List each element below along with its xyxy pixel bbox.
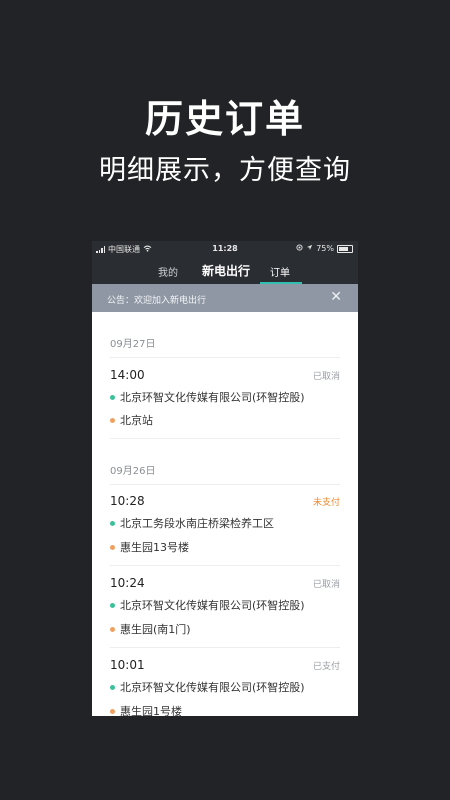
order-status: 已取消: [312, 372, 340, 382]
destination-location: 北京站: [110, 412, 153, 428]
origin-location: 北京环智文化传媒有限公司(环智控股): [110, 389, 305, 405]
phone-screen: 中国联通 11:28 75% 我的 新电出行 订单 公告：欢迎加入新电出行 ✕ …: [92, 241, 358, 716]
destination-dot-icon: [110, 544, 115, 550]
notice-text: 公告：欢迎加入新电出行: [107, 296, 207, 306]
origin-text: 北京环智文化传媒有限公司(环智控股): [120, 599, 305, 612]
divider: [110, 565, 340, 566]
date-header: 09月26日: [110, 466, 156, 477]
origin-dot-icon: [110, 684, 115, 690]
destination-text: 惠生园(南1门): [120, 623, 191, 636]
destination-text: 惠生园13号楼: [120, 541, 189, 554]
order-time: 10:24: [110, 576, 145, 590]
status-bar: 中国联通 11:28 75%: [92, 241, 358, 258]
destination-dot-icon: [110, 626, 115, 632]
battery-percent: 75%: [316, 244, 334, 253]
destination-text: 北京站: [120, 414, 153, 427]
location-arrow-icon: [306, 244, 313, 253]
order-status: 已支付: [312, 662, 340, 672]
destination-dot-icon: [110, 708, 115, 714]
promo-subline: 明细展示，方便查询: [99, 155, 351, 186]
destination-location: 惠生园1号楼: [110, 703, 182, 716]
lock-rotation-icon: [296, 244, 303, 253]
order-time: 14:00: [110, 368, 145, 382]
app-title: 新电出行: [202, 264, 251, 278]
destination-text: 惠生园1号楼: [120, 705, 182, 716]
notice-bar: 公告：欢迎加入新电出行 ✕: [92, 284, 358, 312]
origin-text: 北京环智文化传媒有限公司(环智控股): [120, 681, 305, 694]
origin-location: 北京工务段水南庄桥梁检养工区: [110, 515, 274, 531]
origin-location: 北京环智文化传媒有限公司(环智控股): [110, 597, 305, 613]
origin-dot-icon: [110, 394, 115, 400]
origin-dot-icon: [110, 520, 115, 526]
origin-dot-icon: [110, 602, 115, 608]
close-icon[interactable]: ✕: [330, 289, 342, 305]
divider: [110, 484, 340, 485]
order-status: 已取消: [312, 580, 340, 590]
destination-dot-icon: [110, 417, 115, 423]
origin-text: 北京环智文化传媒有限公司(环智控股): [120, 391, 305, 404]
nav-bar: 我的 新电出行 订单: [92, 258, 358, 284]
divider: [110, 647, 340, 648]
destination-location: 惠生园13号楼: [110, 539, 189, 555]
order-time: 10:01: [110, 658, 145, 672]
origin-location: 北京环智文化传媒有限公司(环智控股): [110, 679, 305, 695]
tab-orders[interactable]: 订单: [270, 264, 290, 279]
date-header: 09月27日: [110, 339, 156, 350]
divider: [110, 438, 340, 439]
tab-mine[interactable]: 我的: [158, 264, 178, 279]
order-status: 未支付: [312, 498, 340, 508]
order-time: 10:28: [110, 494, 145, 508]
divider: [110, 357, 340, 358]
status-right: 75%: [296, 244, 353, 253]
promo-headline: 历史订单: [144, 97, 305, 141]
battery-icon: [337, 244, 353, 253]
destination-location: 惠生园(南1门): [110, 621, 191, 637]
origin-text: 北京工务段水南庄桥梁检养工区: [120, 517, 274, 530]
